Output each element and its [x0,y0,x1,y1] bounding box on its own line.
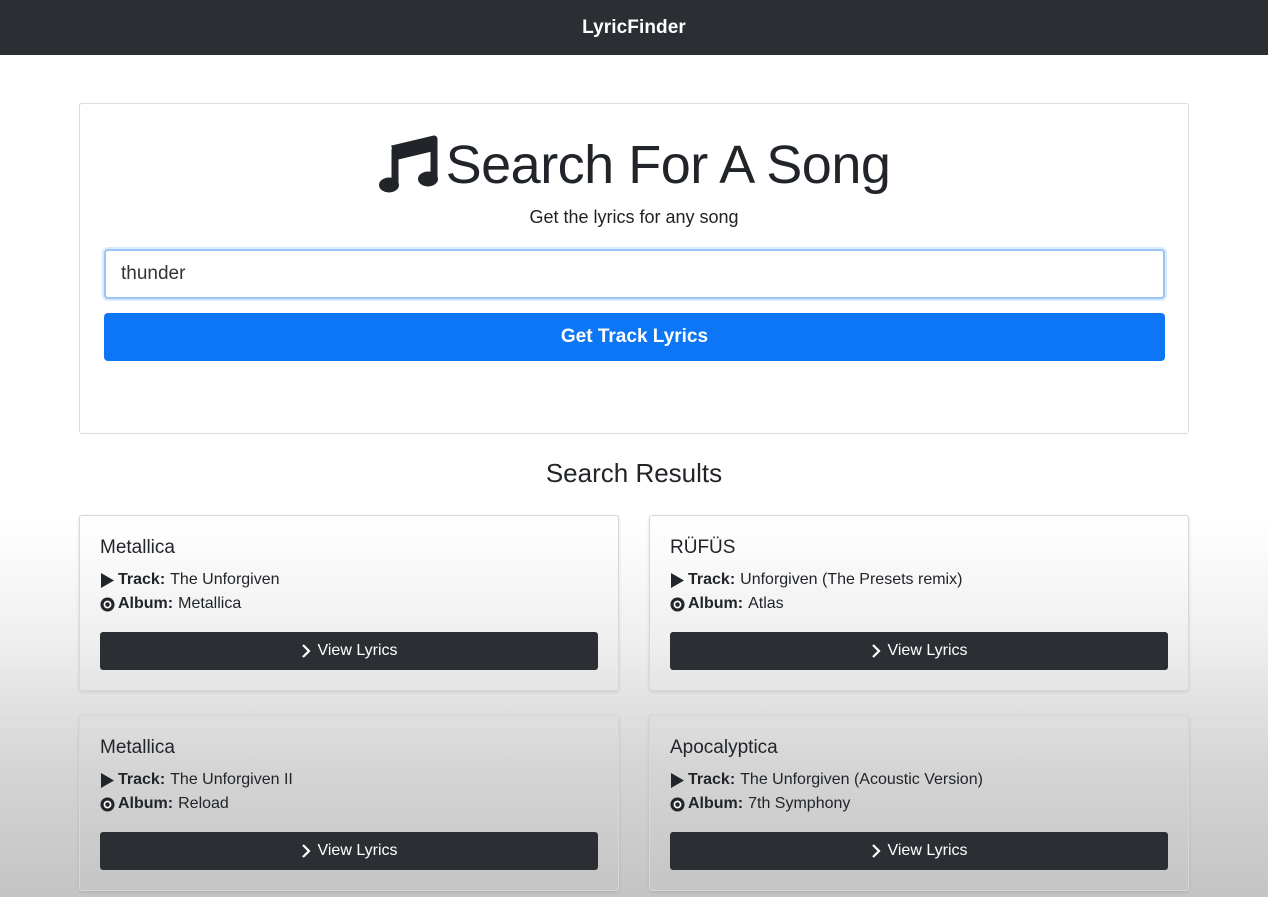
track-row: Track: The Unforgiven (Acoustic Version) [670,771,983,789]
track-label: Track: [688,571,736,588]
brand-link[interactable]: LyricFinder [582,17,686,39]
compact-disc-icon [100,796,115,812]
track-name: The Unforgiven [170,571,280,588]
results-heading: Search Results [545,458,723,488]
search-card: Search For A Song Get the lyrics for any… [79,103,1189,434]
album-name: Reload [178,795,229,812]
album-name: 7th Symphony [748,795,851,812]
result-card: Metallica Track: The Unforgiven II Album… [79,715,619,891]
track-label: Track: [118,771,166,788]
view-lyrics-label: View Lyrics [887,842,968,859]
view-lyrics-button[interactable]: View Lyrics [670,632,1168,670]
page-title: Search For A Song [445,135,891,195]
album-row: Album: 7th Symphony [670,795,850,813]
play-icon [101,772,114,788]
track-name: The Unforgiven (Acoustic Version) [740,771,983,788]
album-name: Atlas [748,595,784,612]
music-note-icon [378,135,438,193]
chevron-right-icon [872,644,882,658]
view-lyrics-label: View Lyrics [317,642,398,659]
compact-disc-icon [100,596,115,612]
track-label: Track: [688,771,736,788]
play-icon [101,572,114,588]
get-track-lyrics-button[interactable]: Get Track Lyrics [104,313,1165,361]
album-label: Album: [688,795,744,812]
album-label: Album: [118,795,174,812]
view-lyrics-button[interactable]: View Lyrics [100,632,598,670]
album-row: Album: Metallica [100,595,241,613]
result-card: RÜFÜS Track: Unforgiven (The Presets rem… [649,515,1189,691]
album-label: Album: [118,595,174,612]
chevron-right-icon [302,844,312,858]
album-row: Album: Reload [100,795,229,813]
compact-disc-icon [670,796,685,812]
album-name: Metallica [178,595,242,612]
view-lyrics-label: View Lyrics [317,842,398,859]
view-lyrics-button[interactable]: View Lyrics [100,832,598,870]
track-label: Track: [118,571,166,588]
chevron-right-icon [302,644,312,658]
artist-name: Metallica [100,537,175,558]
search-title-row: Search For A Song [80,130,1188,200]
view-lyrics-button[interactable]: View Lyrics [670,832,1168,870]
track-row: Track: Unforgiven (The Presets remix) [670,571,962,589]
compact-disc-icon [670,596,685,612]
track-name: Unforgiven (The Presets remix) [740,571,963,588]
song-search-input[interactable] [104,249,1165,299]
play-icon [671,572,684,588]
artist-name: Apocalyptica [670,737,778,758]
result-card: Apocalyptica Track: The Unforgiven (Acou… [649,715,1189,891]
track-name: The Unforgiven II [170,771,293,788]
view-lyrics-label: View Lyrics [887,642,968,659]
result-card: Metallica Track: The Unforgiven Album: M… [79,515,619,691]
artist-name: Metallica [100,737,175,758]
album-label: Album: [688,595,744,612]
page-subtitle: Get the lyrics for any song [529,207,739,227]
navbar: LyricFinder [0,0,1268,55]
chevron-right-icon [872,844,882,858]
track-row: Track: The Unforgiven [100,571,280,589]
track-row: Track: The Unforgiven II [100,771,293,789]
play-icon [671,772,684,788]
artist-name: RÜFÜS [670,537,736,558]
album-row: Album: Atlas [670,595,784,613]
